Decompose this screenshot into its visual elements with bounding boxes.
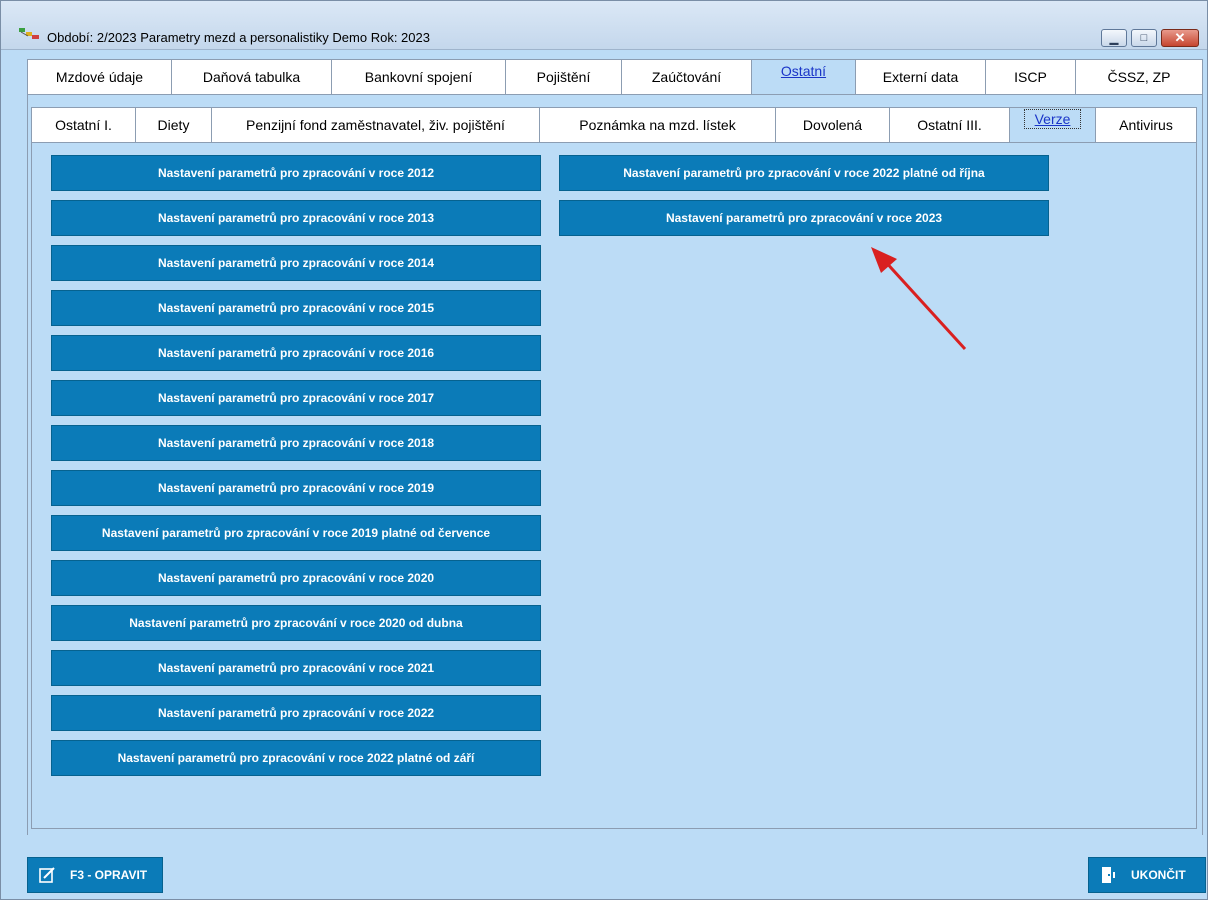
edit-label: F3 - OPRAVIT xyxy=(70,868,148,882)
tab-bankovni-spojeni[interactable]: Bankovní spojení xyxy=(332,60,506,94)
tab-label: Diety xyxy=(157,117,190,133)
params-2022-september-button[interactable]: Nastavení parametrů pro zpracování v roc… xyxy=(51,740,541,776)
maximize-icon[interactable]: □ xyxy=(1131,29,1157,47)
footer-bar xyxy=(1,841,1207,899)
tab-label: Dovolená xyxy=(802,117,863,133)
sub-tab-bar: Ostatní I. Diety Penzijní fond zaměstnav… xyxy=(31,107,1197,143)
tab-label: Penzijní fond zaměstnavatel, živ. pojišt… xyxy=(246,117,505,133)
params-2015-button[interactable]: Nastavení parametrů pro zpracování v roc… xyxy=(51,290,541,326)
subtab-ostatni-i[interactable]: Ostatní I. xyxy=(32,108,136,142)
tab-label: Bankovní spojení xyxy=(364,69,473,85)
subtab-ostatni-iii[interactable]: Ostatní III. xyxy=(890,108,1010,142)
subtab-poznamka[interactable]: Poznámka na mzd. lístek xyxy=(540,108,776,142)
params-2022-october-button[interactable]: Nastavení parametrů pro zpracování v roc… xyxy=(559,155,1049,191)
close-icon[interactable]: ✕ xyxy=(1161,29,1199,47)
params-2023-button[interactable]: Nastavení parametrů pro zpracování v roc… xyxy=(559,200,1049,236)
tab-externi-data[interactable]: Externí data xyxy=(856,60,986,94)
params-2020-button[interactable]: Nastavení parametrů pro zpracování v roc… xyxy=(51,560,541,596)
tab-label: ISCP xyxy=(1014,69,1047,85)
tab-label: Externí data xyxy=(882,69,959,85)
params-2022-button[interactable]: Nastavení parametrů pro zpracování v roc… xyxy=(51,695,541,731)
tab-zauctovani[interactable]: Zaúčtování xyxy=(622,60,752,94)
tab-label: Verze xyxy=(1023,109,1082,129)
window-controls: ▁ □ ✕ xyxy=(1101,29,1199,47)
tab-pojisteni[interactable]: Pojištění xyxy=(506,60,622,94)
subtab-verze[interactable]: Verze xyxy=(1010,108,1096,142)
exit-label: UKONČIT xyxy=(1131,868,1186,882)
tab-label: Mzdové údaje xyxy=(55,69,144,85)
params-2019-july-button[interactable]: Nastavení parametrů pro zpracování v roc… xyxy=(51,515,541,551)
tab-label: Zaúčtování xyxy=(651,69,722,85)
params-2017-button[interactable]: Nastavení parametrů pro zpracování v roc… xyxy=(51,380,541,416)
subtab-antivirus[interactable]: Antivirus xyxy=(1096,108,1196,142)
params-2014-button[interactable]: Nastavení parametrů pro zpracování v roc… xyxy=(51,245,541,281)
params-2020-april-button[interactable]: Nastavení parametrů pro zpracování v roc… xyxy=(51,605,541,641)
title-bar: Období: 2/2023 Parametry mezd a personal… xyxy=(1,1,1207,50)
tab-label: Antivirus xyxy=(1119,117,1173,133)
edit-button[interactable]: F3 - OPRAVIT xyxy=(27,857,163,893)
edit-icon xyxy=(39,867,55,883)
subtab-dovolena[interactable]: Dovolená xyxy=(776,108,890,142)
tab-label: Daňová tabulka xyxy=(202,69,301,85)
tab-label: Ostatní III. xyxy=(917,117,982,133)
params-2012-button[interactable]: Nastavení parametrů pro zpracování v roc… xyxy=(51,155,541,191)
tab-label: Pojištění xyxy=(536,69,591,85)
tab-label: Ostatní I. xyxy=(55,117,112,133)
window-title: Období: 2/2023 Parametry mezd a personal… xyxy=(47,30,430,45)
params-2013-button[interactable]: Nastavení parametrů pro zpracování v roc… xyxy=(51,200,541,236)
app-window: Období: 2/2023 Parametry mezd a personal… xyxy=(0,0,1208,900)
exit-button[interactable]: UKONČIT xyxy=(1088,857,1206,893)
tab-label: Ostatní xyxy=(780,63,827,79)
params-2019-button[interactable]: Nastavení parametrů pro zpracování v roc… xyxy=(51,470,541,506)
subtab-diety[interactable]: Diety xyxy=(136,108,212,142)
minimize-icon[interactable]: ▁ xyxy=(1101,29,1127,47)
tab-label: ČSSZ, ZP xyxy=(1107,69,1171,85)
tab-cssz-zp[interactable]: ČSSZ, ZP xyxy=(1076,60,1202,94)
params-2021-button[interactable]: Nastavení parametrů pro zpracování v roc… xyxy=(51,650,541,686)
app-icon xyxy=(19,28,39,39)
exit-door-icon xyxy=(1102,867,1115,883)
subtab-penzijni-fond[interactable]: Penzijní fond zaměstnavatel, živ. pojišt… xyxy=(212,108,540,142)
tab-label: Poznámka na mzd. lístek xyxy=(579,117,736,133)
tab-ostatni[interactable]: Ostatní xyxy=(752,60,856,94)
main-tab-bar: Mzdové údaje Daňová tabulka Bankovní spo… xyxy=(27,59,1203,95)
annotation-arrow-icon xyxy=(871,247,967,351)
params-2016-button[interactable]: Nastavení parametrů pro zpracování v roc… xyxy=(51,335,541,371)
tab-iscp[interactable]: ISCP xyxy=(986,60,1076,94)
tab-danova-tabulka[interactable]: Daňová tabulka xyxy=(172,60,332,94)
tab-mzdove-udaje[interactable]: Mzdové údaje xyxy=(28,60,172,94)
params-2018-button[interactable]: Nastavení parametrů pro zpracování v roc… xyxy=(51,425,541,461)
